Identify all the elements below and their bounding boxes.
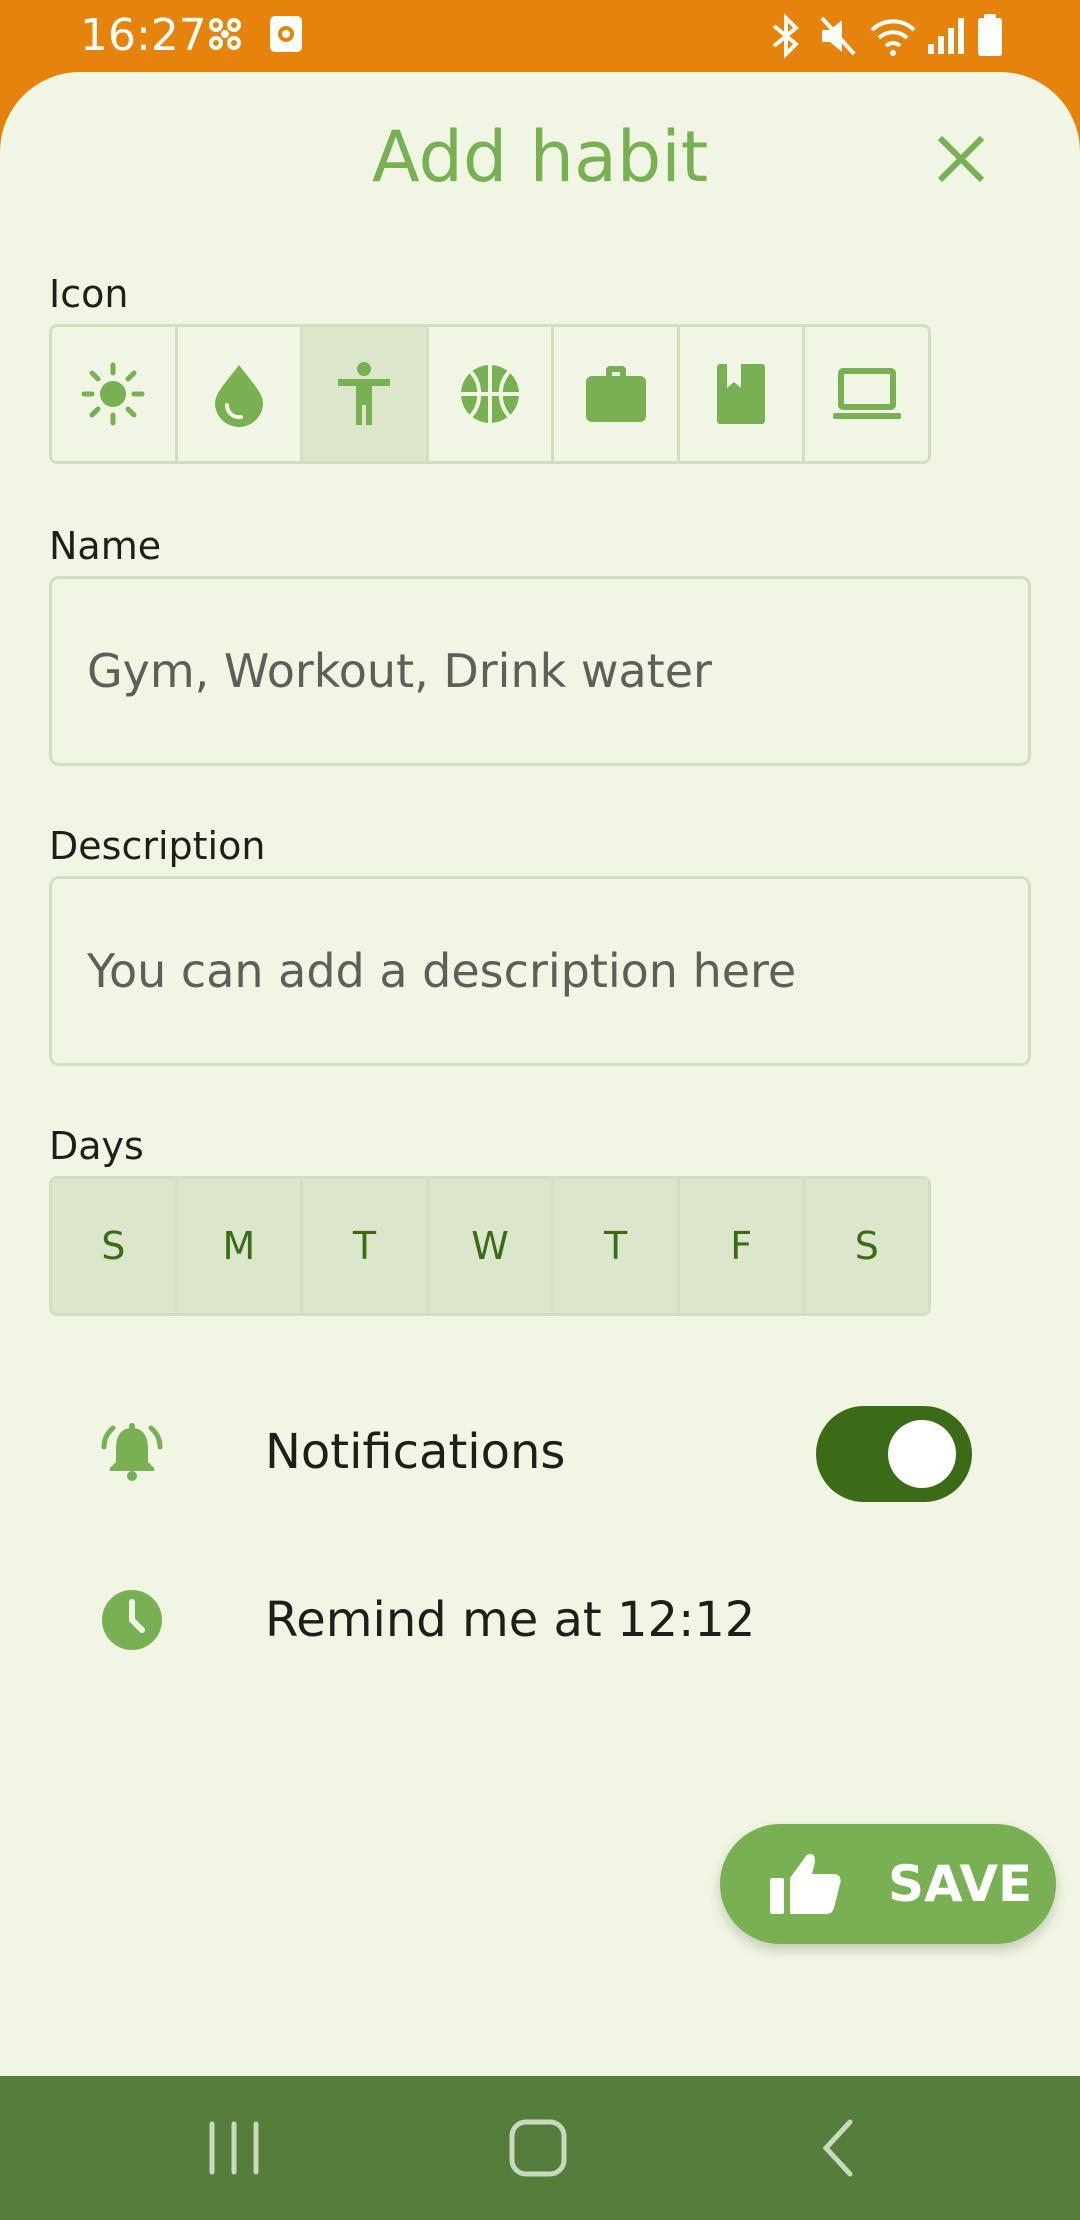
close-icon[interactable] [926, 124, 996, 194]
bell-ring-icon [100, 1420, 164, 1484]
name-field[interactable]: Gym, Workout, Drink water [49, 576, 1031, 766]
status-time: 16:27 [80, 10, 207, 61]
reminder-label: Remind me at 12:12 [265, 1592, 756, 1648]
mute-icon [818, 14, 858, 62]
icon-option-book[interactable] [680, 327, 806, 461]
day-sunday[interactable]: S [52, 1179, 178, 1313]
name-placeholder: Gym, Workout, Drink water [87, 644, 712, 698]
signal-icon [926, 14, 966, 62]
battery-icon [976, 14, 1004, 62]
description-label: Description [49, 824, 266, 868]
briefcase-icon [585, 366, 646, 422]
back-icon[interactable] [804, 2112, 876, 2184]
day-thursday[interactable]: T [554, 1179, 680, 1313]
day-monday[interactable]: M [177, 1179, 304, 1313]
description-placeholder: You can add a description here [87, 944, 797, 998]
sun-icon [81, 362, 145, 426]
system-nav-bar [0, 2076, 1080, 2220]
media-icon [268, 14, 304, 58]
page-title: Add habit [371, 116, 709, 198]
laptop-icon [832, 368, 901, 419]
day-tuesday[interactable]: T [303, 1179, 429, 1313]
clock-icon [100, 1588, 164, 1652]
home-icon[interactable] [502, 2112, 574, 2184]
icon-option-person[interactable] [303, 327, 429, 461]
toggle-knob [888, 1420, 956, 1488]
wifi-icon [868, 14, 918, 62]
book-icon [717, 364, 766, 424]
description-field[interactable]: You can add a description here [49, 876, 1031, 1066]
icon-option-briefcase[interactable] [554, 327, 680, 461]
name-label: Name [49, 524, 162, 568]
person-icon [338, 362, 391, 425]
save-label: SAVE [888, 1855, 1033, 1913]
thumbs-up-icon [768, 1852, 842, 1916]
notifications-label: Notifications [265, 1424, 566, 1480]
icon-picker [49, 324, 931, 464]
basketball-icon [461, 365, 520, 423]
day-wednesday[interactable]: W [428, 1179, 555, 1313]
icon-option-water[interactable] [178, 327, 304, 461]
notifications-row: Notifications [0, 1402, 1080, 1502]
recents-icon[interactable] [198, 2112, 270, 2184]
icon-label: Icon [49, 272, 129, 316]
water-drop-icon [214, 365, 263, 427]
days-label: Days [49, 1124, 144, 1168]
icon-option-basketball[interactable] [429, 327, 555, 461]
status-bar: 16:27 [0, 0, 1080, 72]
bluetooth-icon [768, 13, 804, 62]
save-button[interactable]: SAVE [720, 1824, 1056, 1944]
days-picker: S M T W T F S [49, 1176, 931, 1316]
day-saturday[interactable]: S [805, 1179, 928, 1313]
icon-option-laptop[interactable] [805, 327, 928, 461]
notifications-toggle[interactable] [816, 1406, 972, 1502]
reminder-row[interactable]: Remind me at 12:12 [0, 1570, 1080, 1670]
icon-option-sun[interactable] [52, 327, 178, 461]
fan-icon [205, 14, 245, 58]
add-habit-sheet: Add habit Icon Name Gym, Workout, Drink … [0, 72, 1080, 2076]
day-friday[interactable]: F [679, 1179, 806, 1313]
